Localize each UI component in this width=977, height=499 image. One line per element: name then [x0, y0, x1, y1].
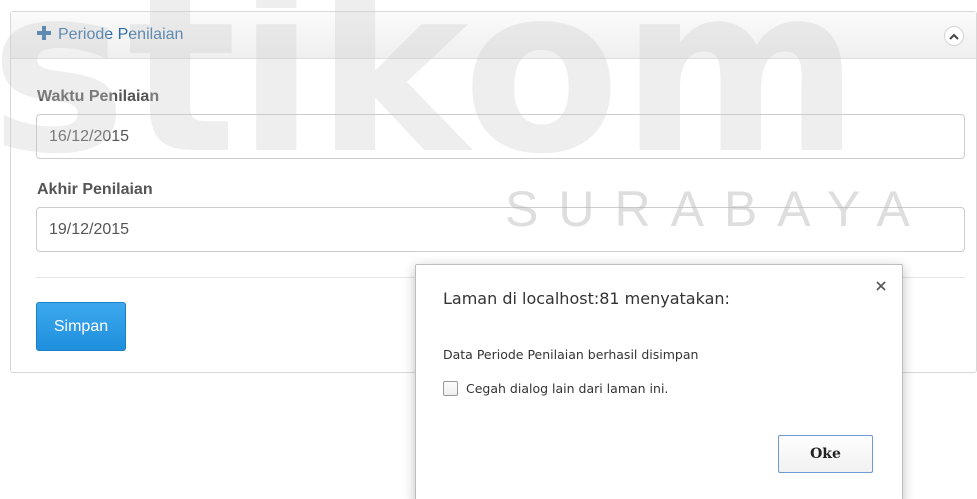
panel-header: Periode Penilaian: [11, 12, 976, 59]
waktu-penilaian-input[interactable]: 16/12/2015: [36, 114, 965, 159]
akhir-penilaian-label: Akhir Penilaian: [37, 181, 153, 198]
dialog-title: Laman di localhost:81 menyatakan:: [443, 289, 730, 308]
chevron-up-icon: [949, 33, 959, 40]
simpan-button[interactable]: Simpan: [36, 302, 126, 351]
close-icon: [876, 281, 886, 291]
plus-icon: [37, 26, 51, 40]
dialog-close-button[interactable]: [872, 277, 890, 295]
dialog-checkbox-row: Cegah dialog lain dari laman ini.: [443, 381, 668, 396]
waktu-penilaian-label: Waktu Penilaian: [37, 88, 160, 105]
dialog-message: Data Periode Penilaian berhasil disimpan: [443, 347, 699, 362]
prevent-dialogs-checkbox[interactable]: [443, 381, 458, 396]
akhir-penilaian-input[interactable]: 19/12/2015: [36, 207, 965, 252]
prevent-dialogs-label: Cegah dialog lain dari laman ini.: [466, 381, 669, 396]
panel-title: Periode Penilaian: [36, 25, 183, 44]
dialog-ok-button[interactable]: Oke: [778, 435, 873, 473]
panel-title-text: Periode Penilaian: [58, 26, 184, 43]
alert-dialog: Laman di localhost:81 menyatakan: Data P…: [415, 264, 903, 499]
collapse-button[interactable]: [944, 26, 964, 46]
